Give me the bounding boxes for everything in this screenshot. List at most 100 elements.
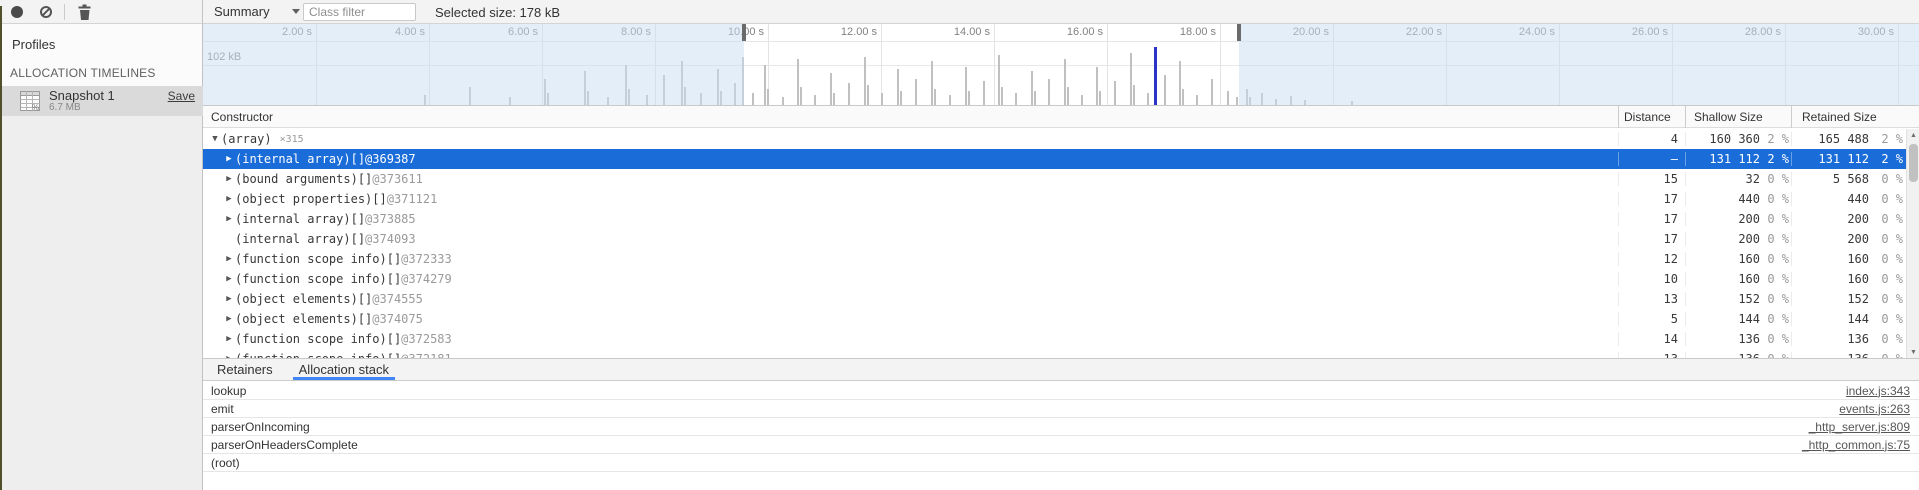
snapshot-name: Snapshot 1: [49, 88, 115, 103]
expand-arrow-icon[interactable]: ▶: [223, 274, 235, 284]
table-row[interactable]: ▼(array)×3154160 3602 %165 4882 %: [203, 129, 1906, 149]
retained-size-value: 152: [1792, 292, 1869, 306]
tab-allocation-stack[interactable]: Allocation stack: [293, 359, 395, 380]
perspective-select[interactable]: Summary: [214, 4, 300, 20]
shallow-size-percent: 2 %: [1760, 152, 1791, 166]
overview-tint-left: [203, 24, 744, 105]
constructor-column-header[interactable]: Constructor: [203, 106, 1618, 128]
shallow-size-percent: 2 %: [1760, 132, 1791, 146]
stack-frame-row[interactable]: lookupindex.js:343: [203, 382, 1919, 400]
allocation-bar: [1182, 89, 1184, 105]
object-id: @374093: [365, 232, 416, 246]
table-row[interactable]: ▶(object properties)[] @371121174400 %44…: [203, 189, 1906, 209]
allocation-bar: [864, 57, 866, 105]
distance-value: 15: [1618, 172, 1685, 186]
shallow-size-percent: 0 %: [1760, 212, 1791, 226]
retained-size-value: 165 488: [1792, 132, 1869, 146]
object-id: @372333: [401, 252, 452, 266]
stack-source-link[interactable]: _http_server.js:809: [1809, 420, 1919, 434]
save-link[interactable]: Save: [168, 89, 195, 103]
shallow-size-value: 200: [1686, 212, 1760, 226]
delete-profile-button[interactable]: [77, 4, 92, 20]
expand-arrow-icon[interactable]: ▶: [223, 254, 235, 264]
tab-retainers[interactable]: Retainers: [211, 359, 279, 380]
collapse-arrow-icon[interactable]: ▼: [209, 134, 221, 144]
scrollbar-up-button[interactable]: ▲: [1907, 129, 1919, 142]
stack-frame-row[interactable]: (root): [203, 454, 1919, 472]
stack-function-name: lookup: [203, 384, 1846, 398]
trash-icon: [77, 4, 92, 20]
selection-handle-right[interactable]: [1237, 24, 1241, 41]
allocation-bar: [814, 95, 816, 105]
constructor-name: (internal array)[]: [235, 232, 365, 246]
selected-size-label: Selected size: 178 kB: [435, 5, 560, 20]
table-row[interactable]: ▶(internal array)[] @369387–131 1122 %13…: [203, 149, 1906, 169]
table-row[interactable]: (internal array)[] @374093172000 %2000 %: [203, 229, 1906, 249]
ruler-label: 16.00 s: [994, 24, 1107, 41]
distance-value: 4: [1618, 132, 1685, 146]
shallow-size-percent: 0 %: [1760, 272, 1791, 286]
constructor-name: (object properties)[]: [235, 192, 387, 206]
shallow-size-percent: 0 %: [1760, 172, 1791, 186]
overview-tint-right: [1239, 24, 1919, 105]
expand-arrow-icon[interactable]: ▶: [223, 334, 235, 344]
table-scrollbar[interactable]: ▲ ▼: [1906, 129, 1919, 359]
allocation-bar: [983, 81, 985, 105]
table-row[interactable]: ▶(object elements)[] @37407551440 %1440 …: [203, 309, 1906, 329]
ruler-label: 18.00 s: [1107, 24, 1220, 41]
constructor-name: (internal array)[]: [235, 152, 365, 166]
allocation-bar: [931, 61, 933, 105]
record-button[interactable]: [11, 6, 23, 18]
expand-arrow-icon[interactable]: ▶: [223, 314, 235, 324]
stack-source-link[interactable]: index.js:343: [1846, 384, 1919, 398]
retained-size-column-header[interactable]: Retained Size: [1791, 106, 1919, 128]
expand-arrow-icon[interactable]: ▶: [223, 194, 235, 204]
class-filter-input[interactable]: [303, 3, 416, 21]
bottom-tabbar: Retainers Allocation stack: [203, 358, 1919, 381]
shallow-size-column-header[interactable]: Shallow Size: [1685, 106, 1791, 128]
devtools-memory-panel: Profiles ALLOCATION TIMELINES % Snapshot…: [0, 0, 1919, 490]
expand-arrow-icon[interactable]: ▶: [223, 154, 235, 164]
retained-size-percent: 0 %: [1869, 212, 1906, 226]
snapshot-size: 6.7 MB: [49, 102, 81, 113]
object-id: @369387: [365, 152, 416, 166]
expand-arrow-icon[interactable]: ▶: [223, 174, 235, 184]
clear-profiles-button[interactable]: [40, 6, 52, 18]
shallow-size-percent: 0 %: [1760, 312, 1791, 326]
stack-source-link[interactable]: _http_common.js:75: [1802, 438, 1919, 452]
stack-frame-row[interactable]: parserOnIncoming_http_server.js:809: [203, 418, 1919, 436]
scrollbar-thumb[interactable]: [1909, 144, 1918, 182]
selection-handle-left[interactable]: [742, 24, 746, 41]
snapshot-icon: %: [18, 89, 42, 118]
allocation-bar: [1179, 61, 1181, 105]
table-row[interactable]: ▶(bound arguments)[] @37361115320 %5 568…: [203, 169, 1906, 189]
stack-frame-row[interactable]: parserOnHeadersComplete_http_common.js:7…: [203, 436, 1919, 454]
stack-source-link[interactable]: events.js:263: [1839, 402, 1919, 416]
allocation-bar: [1048, 79, 1050, 105]
snapshot-item[interactable]: % Snapshot 1 6.7 MB Save: [0, 86, 203, 116]
allocation-bar: [1034, 91, 1036, 105]
retained-size-percent: 0 %: [1869, 232, 1906, 246]
table-row[interactable]: ▶(function scope info)[] @372333121600 %…: [203, 249, 1906, 269]
table-row[interactable]: ▶(object elements)[] @374555131520 %1520…: [203, 289, 1906, 309]
allocation-bar: [1114, 81, 1116, 105]
retained-size-value: 5 568: [1792, 172, 1869, 186]
constructor-name: (internal array)[]: [235, 212, 365, 226]
expand-arrow-icon[interactable]: ▶: [223, 214, 235, 224]
table-row[interactable]: ▶(function scope info)[] @374279101600 %…: [203, 269, 1906, 289]
retained-size-value: 144: [1792, 312, 1869, 326]
allocation-bar: [965, 67, 967, 105]
distance-value: 17: [1618, 192, 1685, 206]
distance-column-header[interactable]: Distance: [1618, 106, 1685, 128]
allocation-bar: [968, 91, 970, 105]
timeline-overview[interactable]: 2.00 s4.00 s6.00 s8.00 s10.00 s12.00 s14…: [203, 24, 1919, 105]
expand-arrow-icon[interactable]: ▶: [223, 294, 235, 304]
stack-frame-row[interactable]: emitevents.js:263: [203, 400, 1919, 418]
allocation-bar: [1096, 67, 1098, 105]
retained-size-value: 131 112: [1792, 152, 1869, 166]
object-id: @371121: [387, 192, 438, 206]
table-row[interactable]: ▶(internal array)[] @373885172000 %2000 …: [203, 209, 1906, 229]
table-row[interactable]: ▶(function scope info)[] @372583141360 %…: [203, 329, 1906, 349]
perspective-label: Summary: [214, 4, 270, 19]
object-id: @373885: [365, 212, 416, 226]
